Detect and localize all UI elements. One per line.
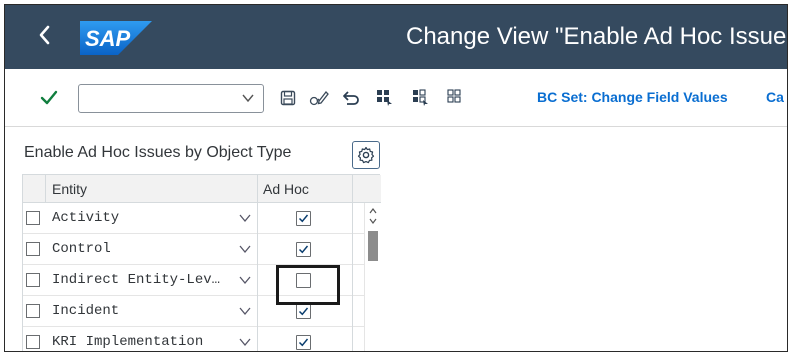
entity-value: Indirect Entity-Lev… [52, 272, 221, 288]
checkmark-icon [298, 245, 309, 254]
entity-value: Incident [52, 303, 120, 319]
select-block-icon [413, 89, 428, 106]
entity-value: KRI Implementation [52, 334, 204, 350]
save-button[interactable] [277, 87, 299, 109]
checkmark-icon [298, 307, 309, 316]
checkmark-icon [40, 90, 58, 105]
row-selector[interactable] [26, 242, 40, 256]
chevron-down-icon [239, 276, 251, 285]
scroll-up-icon[interactable] [368, 207, 378, 215]
undo-button[interactable] [340, 87, 362, 109]
checkmark-icon [298, 214, 309, 223]
select-block-button[interactable] [410, 87, 432, 109]
entity-value: Control [52, 241, 111, 257]
scrollbar-thumb[interactable] [368, 231, 378, 261]
row-selector[interactable] [26, 335, 40, 349]
select-all-column-header[interactable] [23, 175, 46, 203]
checkmark-icon [298, 338, 309, 347]
table-row: Activity [23, 203, 364, 234]
chevron-down-icon [239, 245, 251, 254]
chevron-down-icon [239, 214, 251, 223]
bc-set-change-field-values-button[interactable]: BC Set: Change Field Values [537, 89, 728, 105]
svg-text:SAP: SAP [85, 26, 131, 51]
row-selector[interactable] [26, 273, 40, 287]
vertical-scrollbar[interactable] [364, 203, 381, 351]
table-header: Entity Ad Hoc [23, 175, 381, 203]
sap-window: SAP Change View "Enable Ad Hoc Issues BC… [4, 4, 788, 352]
display-change-button[interactable] [308, 87, 330, 109]
back-button[interactable] [35, 22, 59, 50]
adhoc-checkbox[interactable] [296, 211, 311, 226]
table-row: Indirect Entity-Lev… [23, 265, 364, 296]
entity-dropdown[interactable]: Control [47, 234, 258, 265]
row-selector[interactable] [26, 211, 40, 225]
table-settings-button[interactable] [352, 141, 380, 169]
overflow-toolbar-button[interactable]: Ca [766, 89, 784, 105]
table-title: Enable Ad Hoc Issues by Object Type [24, 144, 292, 161]
entity-dropdown[interactable]: Activity [47, 203, 258, 234]
command-field[interactable] [78, 84, 264, 113]
gear-icon [357, 146, 375, 164]
entity-value: Activity [52, 210, 120, 226]
undo-icon [343, 91, 359, 105]
select-all-icon [377, 90, 392, 106]
table-row: KRI Implementation [23, 327, 364, 351]
entity-dropdown[interactable]: Incident [47, 296, 258, 327]
table-row: Control [23, 234, 364, 265]
deselect-all-icon [447, 89, 461, 103]
entity-dropdown[interactable]: Indirect Entity-Lev… [47, 265, 258, 296]
deselect-all-button[interactable] [445, 87, 467, 109]
entity-table: Entity Ad Hoc Activity Control Indirect … [22, 174, 381, 351]
chevron-left-icon [39, 25, 50, 45]
page-title: Change View "Enable Ad Hoc Issues [406, 23, 788, 50]
adhoc-checkbox[interactable] [296, 335, 311, 350]
chevron-down-icon [239, 307, 251, 316]
row-selector[interactable] [26, 304, 40, 318]
chevron-down-icon [239, 338, 251, 347]
column-header-entity[interactable]: Entity [46, 175, 258, 203]
command-input[interactable] [83, 88, 233, 109]
sap-logo: SAP [80, 21, 152, 55]
save-icon [280, 90, 296, 106]
chevron-down-icon[interactable] [241, 90, 255, 106]
scroll-down-icon[interactable] [368, 217, 378, 225]
select-all-button[interactable] [374, 87, 396, 109]
adhoc-checkbox[interactable] [296, 242, 311, 257]
application-toolbar: BC Set: Change Field Values Ca [5, 69, 787, 127]
entity-dropdown[interactable]: KRI Implementation [47, 327, 258, 351]
adhoc-checkbox[interactable] [296, 304, 311, 319]
column-header-adhoc[interactable]: Ad Hoc [258, 175, 353, 203]
enter-button[interactable] [38, 87, 60, 109]
table-row: Incident [23, 296, 364, 327]
adhoc-checkbox[interactable] [296, 273, 311, 288]
shell-bar: SAP Change View "Enable Ad Hoc Issues [5, 5, 787, 69]
display-change-icon [309, 91, 329, 106]
